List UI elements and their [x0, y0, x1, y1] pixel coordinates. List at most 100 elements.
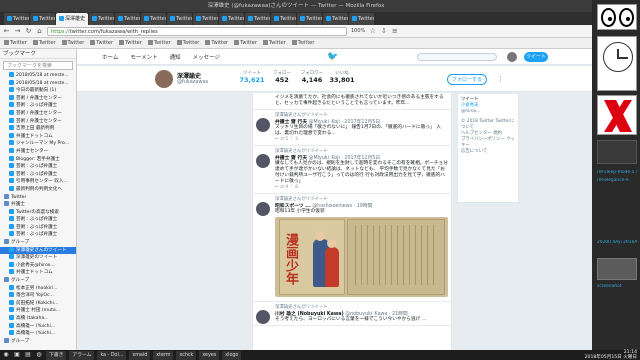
- tab-2[interactable]: 深澤雄史: [56, 13, 88, 25]
- taskbar-task[interactable]: 下書き: [46, 350, 67, 360]
- tab-1[interactable]: Twitter: [30, 13, 55, 25]
- downloads-icon[interactable]: ⇩: [380, 27, 387, 35]
- tweet-avatar[interactable]: [256, 202, 270, 216]
- tweet[interactable]: イジメを演劇てたか、社会的にも徹底されてないか近いつき感のある主張をすると、セッ…: [253, 93, 451, 110]
- twitter-search-input[interactable]: [417, 53, 497, 61]
- sidebar-bookmark[interactable]: 深澤雄史さんのツイート: [0, 246, 76, 255]
- taskbar-task[interactable]: アラーム: [69, 350, 95, 360]
- sidebar-bookmark[interactable]: 芸術 / 弁護士センター: [0, 94, 76, 103]
- sidebar-bookmark[interactable]: 芸術 : ぶっぱ弁護士: [0, 163, 76, 171]
- sidebar-bookmark[interactable]: 芸術 : ぶっぱ弁護士: [0, 170, 76, 179]
- files-icon[interactable]: ▤: [24, 351, 32, 359]
- sidebar-bookmark[interactable]: 最新判例の判例文化へ: [0, 185, 76, 194]
- tweet[interactable]: 深澤諭史さんがリツイート 弁護士 齋 行夫 @Miyuki_Koji · 2017…: [253, 146, 451, 194]
- tweet-button[interactable]: ツイート: [524, 52, 548, 62]
- tab-4[interactable]: Twitter: [115, 13, 140, 25]
- zoom-level[interactable]: 100%: [351, 28, 365, 34]
- taskbar-task[interactable]: ka - Dol...: [97, 350, 127, 360]
- taskbar-task[interactable]: xchck: [176, 350, 197, 360]
- nav-messages[interactable]: メッセージ: [193, 53, 220, 61]
- screenshot-icon[interactable]: [597, 258, 637, 280]
- bookmark-toolbar-item[interactable]: Twitter: [90, 40, 113, 46]
- forward-icon[interactable]: →: [14, 27, 21, 35]
- sidebar-bookmark[interactable]: Twitterの高度な検索: [0, 208, 76, 217]
- menu-icon[interactable]: ≡: [391, 27, 398, 35]
- sidebar-bookmark[interactable]: 弁護士 村田 (muta...: [0, 307, 76, 315]
- sidebar-bookmark[interactable]: 引用事例センター 収入...: [0, 178, 76, 186]
- tab-10[interactable]: Twitter: [271, 13, 296, 25]
- sidebar-bookmark[interactable]: 芸術 / 弁護士センター: [0, 109, 76, 118]
- back-icon[interactable]: ←: [3, 27, 10, 35]
- taskbar-task[interactable]: xeyes: [199, 350, 220, 360]
- url-bar[interactable]: https://twitter.com/fukazawa/with_replie…: [47, 26, 347, 36]
- sidebar-bookmark[interactable]: 弁護士ドットコム: [0, 269, 76, 277]
- more-options-icon[interactable]: ⋮: [497, 75, 504, 83]
- sidebar-bookmark[interactable]: 2018/05/18 at meste...: [0, 72, 76, 80]
- terminal-icon[interactable]: ▣: [13, 351, 21, 359]
- sidebar-bookmark[interactable]: 芸術 : ぶっぱ弁護士: [0, 102, 76, 110]
- account-avatar[interactable]: [507, 52, 517, 62]
- sidebar-bookmark[interactable]: 高橋 (takaha...: [0, 315, 76, 323]
- sidebar-folder[interactable]: グループ: [0, 277, 76, 285]
- sidebar-bookmark[interactable]: 深澤雄史のツイート: [0, 254, 76, 262]
- sidebar-bookmark[interactable]: 高橋雄一 (Yuichi...: [0, 330, 76, 338]
- tab-7[interactable]: Twitter: [193, 13, 218, 25]
- bookmark-toolbar-item[interactable]: Twitter: [4, 40, 27, 46]
- tweet-image[interactable]: 漫画少年: [275, 217, 448, 297]
- bookmark-toolbar-item[interactable]: Twitter: [291, 40, 314, 46]
- bookmark-toolbar-item[interactable]: Twitter: [176, 40, 199, 46]
- sidebar-bookmark[interactable]: 芸術 : ぶっぱ弁護士: [0, 216, 76, 224]
- tab-12[interactable]: Twitter: [323, 13, 348, 25]
- tweet[interactable]: 深澤諭史さんがリツイート 昭和スポーツ ... @hoshisoeinews · …: [253, 194, 451, 302]
- sidebar-bookmark[interactable]: 高橋雄一 (Yuichi...: [0, 322, 76, 331]
- tab-3[interactable]: Twitter: [89, 13, 114, 25]
- sidebar-bookmark[interactable]: ジャンルーマン My Pro...: [0, 140, 76, 148]
- tweet[interactable]: 深澤諭史さんがリツイート 弁護士 齋 行夫 @Miyuki_Koji · 2017…: [253, 110, 451, 146]
- taskbar-task[interactable]: xlogo: [222, 350, 242, 360]
- sidebar-folder[interactable]: Twitter: [0, 193, 76, 202]
- tab-6[interactable]: Twitter: [167, 13, 192, 25]
- tweet[interactable]: 深澤諭史さんがリツイート 川村 雄之 (Nobuyuki Kawa) @nobuy…: [253, 302, 451, 326]
- sidebar-bookmark[interactable]: 芸術 / 弁護士センター: [0, 117, 76, 126]
- sidebar-bookmark[interactable]: 芸術 : ぶっぱ弁護士: [0, 231, 76, 239]
- tweet-avatar[interactable]: [256, 310, 270, 324]
- sidebar-bookmark[interactable]: 前田拓紀 (Kokichi...: [0, 299, 76, 308]
- reload-icon[interactable]: ↻: [25, 27, 32, 35]
- nav-moments[interactable]: モーメント: [130, 53, 157, 61]
- sidebar-folder[interactable]: グループ: [0, 337, 76, 346]
- sidebar-bookmark[interactable]: 弁護士ドットコム: [0, 132, 76, 141]
- sidebar-folder[interactable]: グループ: [0, 239, 76, 247]
- follow-button[interactable]: フォローする: [447, 74, 487, 85]
- twitter-bird-icon[interactable]: 🐦: [327, 52, 338, 62]
- bookmark-star-icon[interactable]: ☆: [369, 27, 376, 35]
- sidebar-bookmark[interactable]: Blogger: 若手弁護士: [0, 155, 76, 164]
- taskbar-task[interactable]: xterm: [153, 350, 174, 360]
- sidebar-bookmark[interactable]: 松本正男 (hookiri...: [0, 284, 76, 293]
- nav-home[interactable]: ホーム: [102, 53, 118, 61]
- tab-11[interactable]: Twitter: [297, 13, 322, 25]
- home-icon[interactable]: ⌂: [36, 27, 43, 35]
- start-menu-icon[interactable]: ◉: [2, 351, 10, 359]
- tweet-avatar[interactable]: [256, 118, 270, 132]
- bookmark-toolbar-item[interactable]: Twitter: [61, 40, 84, 46]
- profile-stat[interactable]: フォロー 452: [267, 70, 297, 84]
- sidebar-bookmark[interactable]: 落合洋司 YojiOc...: [0, 292, 76, 300]
- bookmark-toolbar-item[interactable]: Twitter: [262, 40, 286, 46]
- tweet-actions[interactable]: ↩ ⇄ 5 ♡ 3: [275, 137, 448, 143]
- tab-8[interactable]: Twitter: [219, 13, 244, 25]
- sidebar-bookmark[interactable]: 小倉秀夫@hirox...: [0, 261, 76, 270]
- profile-stat[interactable]: ツイート 73,621: [237, 70, 267, 84]
- nav-notifications[interactable]: 通知: [170, 53, 181, 61]
- profile-stat[interactable]: フォロワー 4,146: [297, 70, 327, 84]
- sidebar-bookmark[interactable]: 吉原上田 最新判例: [0, 125, 76, 133]
- sidebar-bookmark[interactable]: 今日の最新動向 (1): [0, 87, 76, 95]
- bookmark-toolbar-item[interactable]: Twitter: [119, 40, 142, 46]
- sidebar-bookmark[interactable]: 弁護士センター: [0, 147, 76, 156]
- taskbar-task[interactable]: xmaid: [129, 350, 151, 360]
- profile-avatar[interactable]: [155, 70, 173, 88]
- sidebar-bookmark[interactable]: 芸術 : ぶっぱ弁護士: [0, 223, 76, 232]
- bookmark-toolbar-item[interactable]: Twitter: [205, 40, 228, 46]
- tab-0[interactable]: Twitter: [4, 13, 29, 25]
- tweet-actions[interactable]: ↩ ⇄ 9 ♡ 8: [275, 185, 448, 191]
- tab-9[interactable]: Twitter: [245, 13, 270, 25]
